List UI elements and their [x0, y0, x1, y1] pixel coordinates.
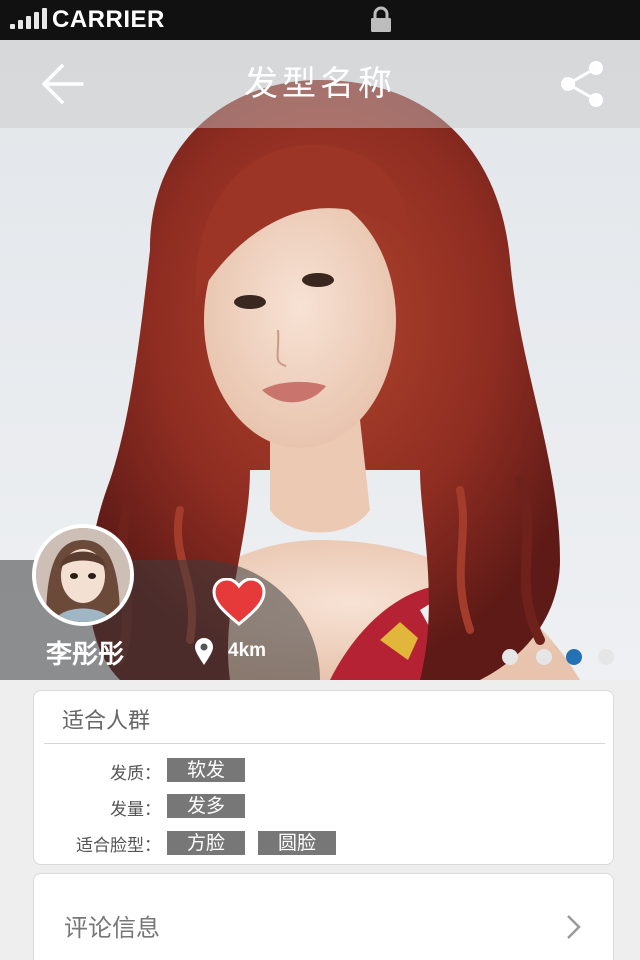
- divider: [44, 743, 605, 744]
- face-shape-label: 适合脸型：: [76, 836, 161, 856]
- carousel-dot-2[interactable]: [536, 649, 552, 665]
- carrier-label: CARRIER: [52, 6, 165, 33]
- page-title: 发型名称: [244, 64, 396, 104]
- avatar-image: [36, 528, 130, 622]
- hair-quality-label: 发质：: [110, 764, 161, 784]
- share-icon[interactable]: [558, 60, 606, 108]
- avatar[interactable]: [32, 524, 134, 626]
- map-pin-icon: [195, 638, 213, 665]
- comments-title: 评论信息: [64, 914, 160, 942]
- suitable-card: 适合人群 发质： 软发 发量： 发多 适合脸型： 方脸 圆脸: [33, 690, 614, 865]
- carousel-dot-3[interactable]: [566, 649, 582, 665]
- tag-square-face: 方脸: [167, 831, 245, 855]
- suitable-title: 适合人群: [62, 709, 151, 734]
- carousel-dot-1[interactable]: [502, 649, 518, 665]
- status-bar: CARRIER: [0, 0, 640, 40]
- tag-round-face: 圆脸: [258, 831, 336, 855]
- hair-volume-label: 发量：: [110, 800, 161, 820]
- hero-carousel[interactable]: 发型名称 李彤彤 4km: [0, 40, 640, 680]
- lock-icon: [371, 6, 391, 32]
- tag-soft-hair: 软发: [167, 758, 245, 782]
- signal-bars-icon: [10, 8, 48, 29]
- chevron-right-icon: [567, 915, 581, 939]
- tag-thick-hair: 发多: [167, 794, 245, 818]
- heart-icon[interactable]: [212, 578, 266, 626]
- distance-label: 4km: [228, 640, 267, 661]
- carousel-dot-4[interactable]: [598, 649, 614, 665]
- nav-bar: 发型名称: [0, 40, 640, 128]
- author-name[interactable]: 李彤彤: [20, 634, 150, 671]
- comments-row[interactable]: 评论信息: [33, 873, 614, 960]
